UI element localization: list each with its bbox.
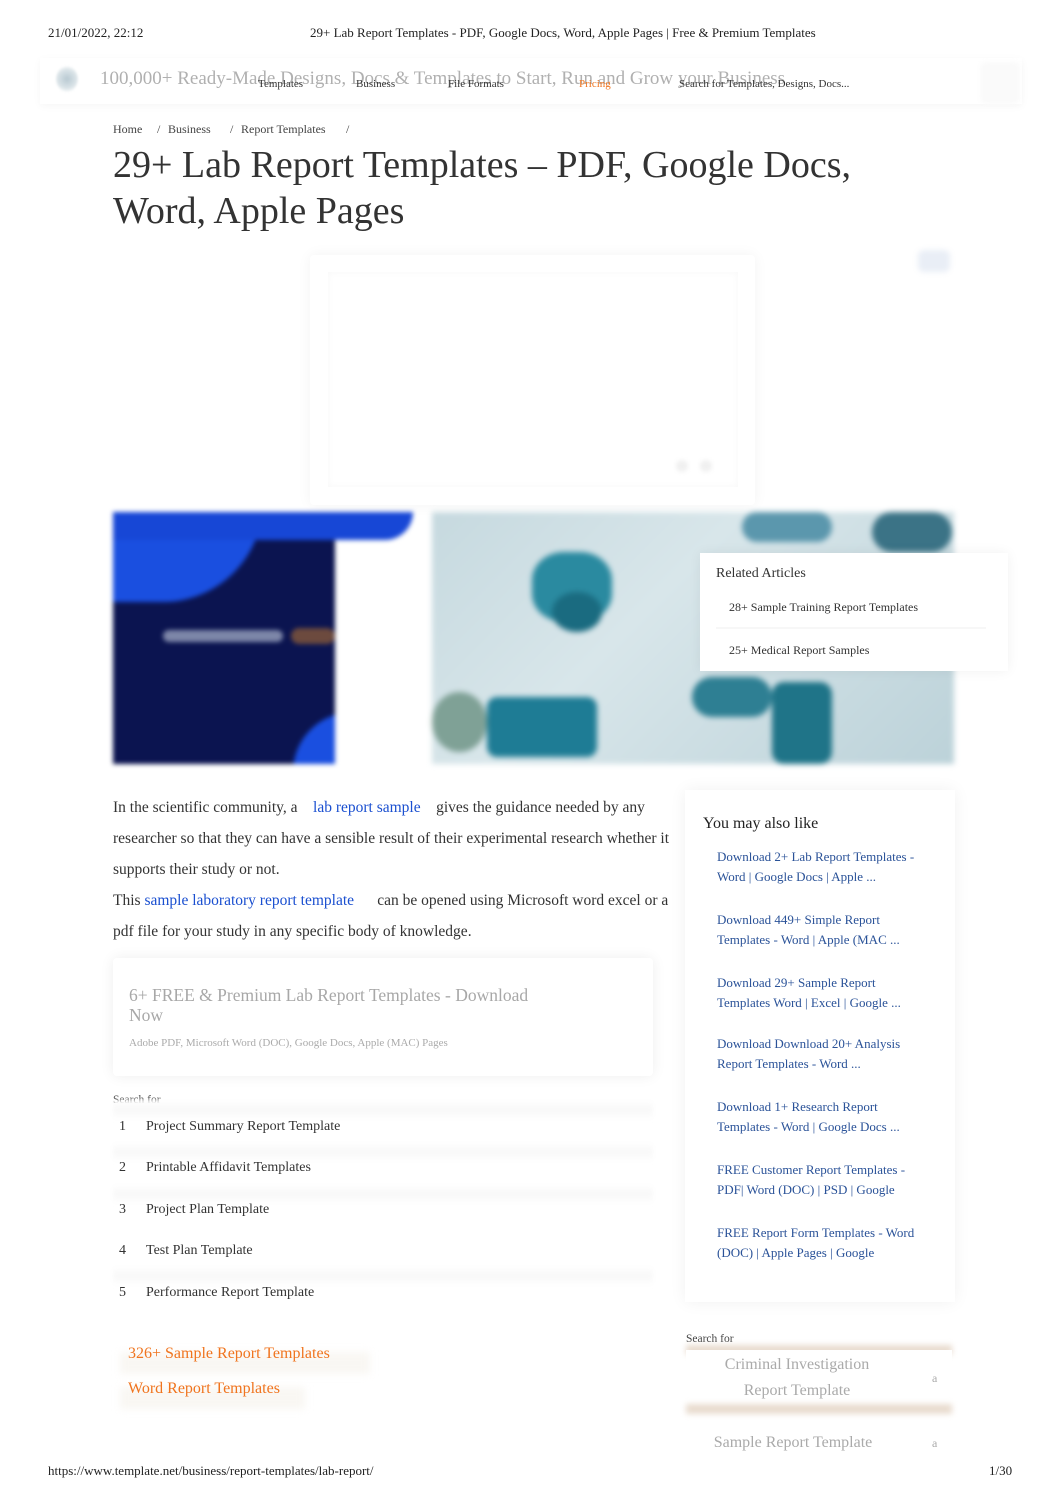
download-card-title[interactable]: 6+ FREE & Premium Lab Report Templates -… <box>129 985 559 1025</box>
sidebar-search-for-label: Search for <box>686 1333 734 1345</box>
divider <box>716 627 986 629</box>
search-for-text[interactable]: Project Summary Report Template <box>146 1119 340 1135</box>
breadcrumb-separator: / <box>346 122 350 136</box>
divider <box>113 1184 653 1204</box>
sidebar-link[interactable]: Download Download 20+ Analysis Report Te… <box>717 1034 927 1073</box>
sample-laboratory-report-link[interactable]: sample laboratory report template <box>144 892 354 909</box>
ad-badge-icon <box>918 250 950 272</box>
ad-control-icon[interactable] <box>700 460 712 472</box>
print-page-title: 29+ Lab Report Templates - PDF, Google D… <box>310 25 816 40</box>
sidebar-search-text[interactable]: Criminal Investigation Report Template <box>700 1352 894 1404</box>
intro-text: In the scientific community, a lab repor… <box>113 792 673 947</box>
divider <box>113 1266 653 1286</box>
breadcrumb-business[interactable]: Business <box>168 122 211 137</box>
site-logo-icon[interactable] <box>56 66 78 92</box>
sidebar-search-text-line: Report Template <box>743 1382 851 1399</box>
lab-report-sample-link[interactable]: lab report sample <box>313 799 421 816</box>
sidebar-link[interactable]: Download 2+ Lab Report Templates - Word … <box>717 847 927 886</box>
sidebar-link[interactable]: Download 1+ Research Report Templates - … <box>717 1097 927 1136</box>
divider <box>113 1100 653 1120</box>
you-may-also-like-title: You may also like <box>703 815 819 832</box>
sidebar-link[interactable]: Download 29+ Sample Report Templates Wor… <box>717 973 927 1012</box>
ad-slot[interactable] <box>328 272 738 487</box>
breadcrumb-separator: / <box>230 122 234 136</box>
breadcrumb-report-templates[interactable]: Report Templates <box>241 122 326 137</box>
sidebar-link[interactable]: FREE Report Form Templates - Word (DOC) … <box>717 1223 927 1262</box>
nav-pricing[interactable]: Pricing <box>579 78 611 90</box>
search-for-number: 4 <box>119 1243 126 1258</box>
sidebar-search-text[interactable]: Sample Report Template <box>700 1430 886 1456</box>
nav-templates[interactable]: Templates <box>258 78 303 90</box>
print-page-number: 1/30 <box>989 1463 1013 1478</box>
nav-business[interactable]: Business <box>356 78 395 90</box>
search-for-number: 3 <box>119 1202 126 1217</box>
header-action-icon[interactable] <box>980 62 1020 104</box>
intro-text-segment: This <box>113 892 141 909</box>
search-for-number: 2 <box>119 1160 126 1175</box>
search-for-number: 1 <box>119 1119 126 1134</box>
nav-file-formats[interactable]: File Formats <box>448 78 504 90</box>
divider <box>113 1142 653 1162</box>
category-link[interactable]: 326+ Sample Report Templates <box>128 1345 330 1363</box>
breadcrumb-separator: / <box>157 122 161 136</box>
search-for-text[interactable]: Project Plan Template <box>146 1202 269 1218</box>
search-for-text[interactable]: Test Plan Template <box>146 1243 253 1259</box>
sidebar-search-marker: a <box>932 1371 938 1385</box>
ad-control-icon[interactable] <box>676 460 688 472</box>
search-for-text[interactable]: Printable Affidavit Templates <box>146 1160 311 1176</box>
related-article-link[interactable]: 28+ Sample Training Report Templates <box>729 600 918 615</box>
download-card-formats: Adobe PDF, Microsoft Word (DOC), Google … <box>129 1037 448 1049</box>
breadcrumb-home[interactable]: Home <box>113 122 142 137</box>
print-url: https://www.template.net/business/report… <box>48 1463 374 1478</box>
category-link[interactable]: Word Report Templates <box>128 1380 280 1398</box>
print-date: 21/01/2022, 22:12 <box>48 25 144 40</box>
sidebar-search-text-line: Criminal Investigation <box>724 1356 870 1373</box>
search-input[interactable]: Search for Templates, Designs, Docs... <box>679 78 849 90</box>
related-article-link[interactable]: 25+ Medical Report Samples <box>729 643 869 658</box>
sidebar-link[interactable]: FREE Customer Report Templates - PDF| Wo… <box>717 1160 927 1199</box>
search-for-number: 5 <box>119 1285 126 1300</box>
related-articles-title: Related Articles <box>716 566 806 581</box>
sidebar-link[interactable]: Download 449+ Simple Report Templates - … <box>717 910 927 949</box>
decor <box>686 1404 952 1414</box>
search-for-text[interactable]: Performance Report Template <box>146 1285 314 1301</box>
hero-image-course-banner <box>113 512 413 764</box>
intro-text-segment: In the scientific community, a <box>113 799 298 816</box>
sidebar-search-marker: a <box>932 1436 938 1450</box>
page-title: 29+ Lab Report Templates – PDF, Google D… <box>113 144 851 232</box>
